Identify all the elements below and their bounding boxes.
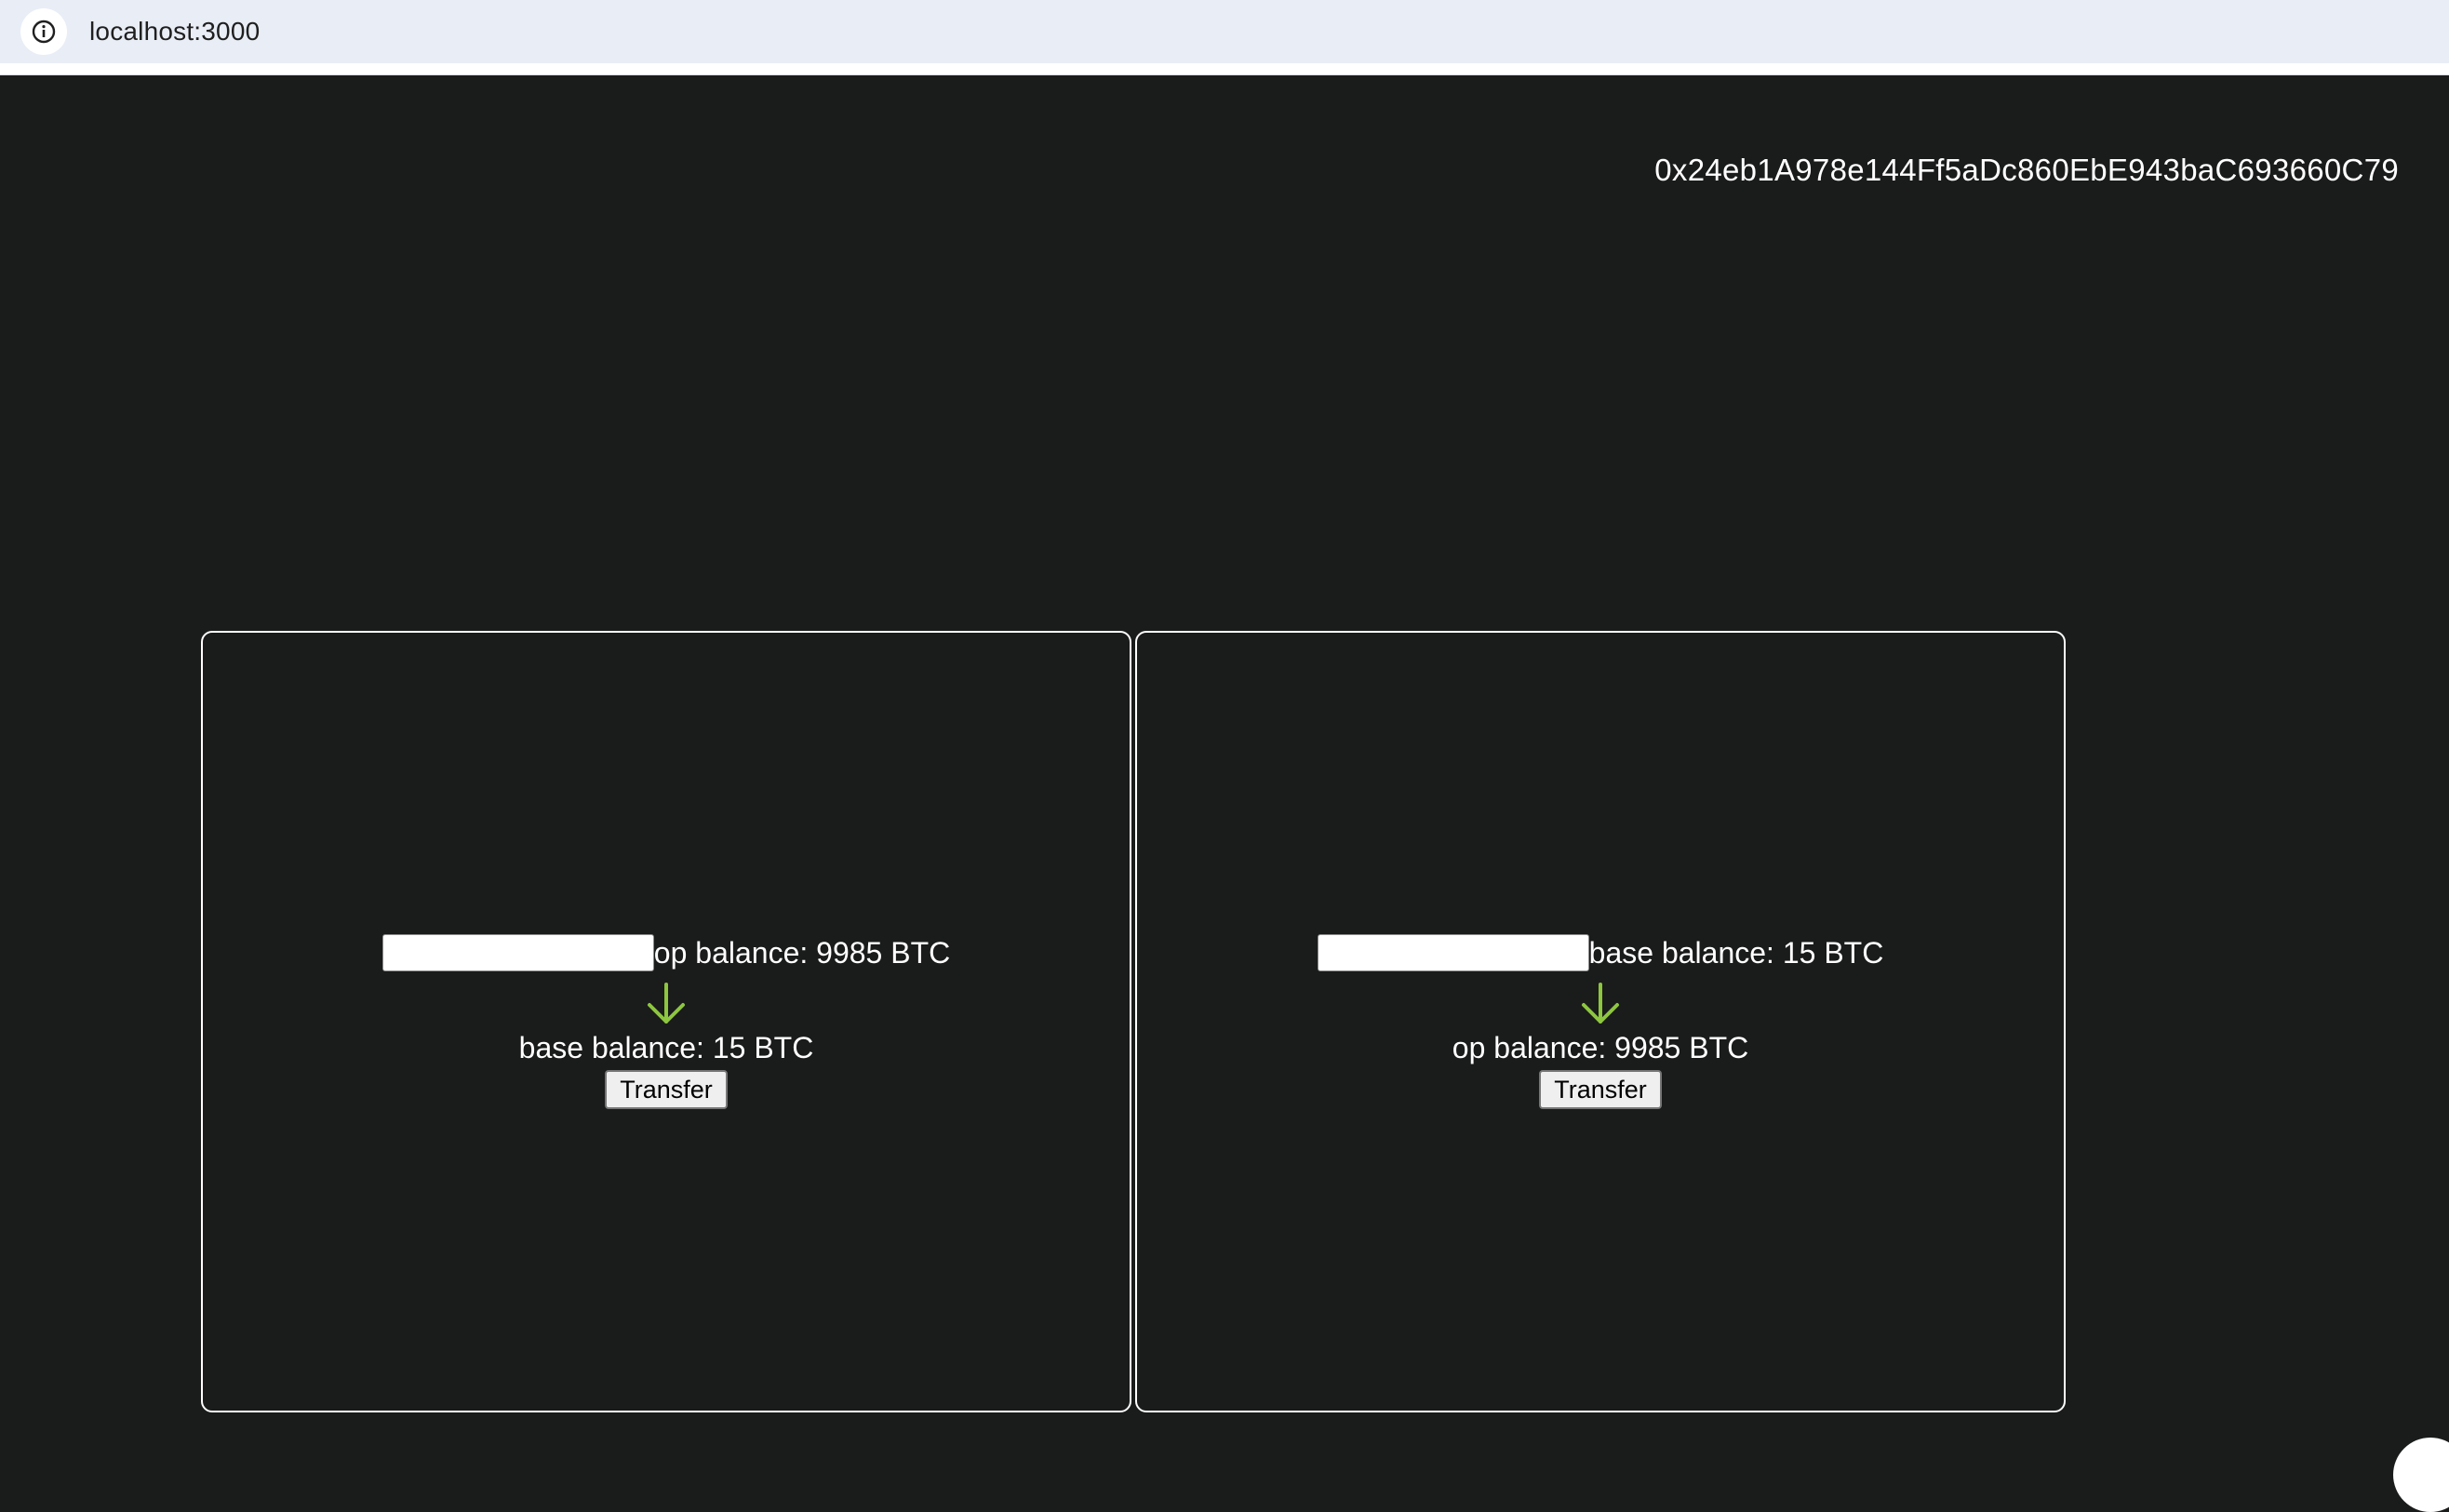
arrow-down-icon	[648, 983, 685, 1024]
url-field[interactable]: localhost:3000	[0, 0, 2449, 63]
info-icon	[32, 20, 56, 44]
transfer-button[interactable]: Transfer	[605, 1070, 728, 1109]
bridge-panel-base-to-op: base balance: 15 BTC op balance: 9985 BT…	[1135, 631, 2066, 1412]
source-balance: base balance: 15 BTC	[1588, 936, 1884, 970]
source-row: base balance: 15 BTC	[1317, 932, 1884, 973]
browser-address-bar: localhost:3000	[0, 0, 2449, 75]
wallet-address: 0x24eb1A978e144Ff5aDc860EbE943baC693660C…	[1654, 153, 2399, 187]
site-info-button[interactable]	[20, 8, 67, 55]
bridge-form: op balance: 9985 BTC base balance: 15 BT…	[203, 932, 1130, 1109]
source-row: op balance: 9985 BTC	[381, 932, 951, 973]
transfer-button[interactable]: Transfer	[1539, 1070, 1662, 1109]
destination-balance: base balance: 15 BTC	[518, 1031, 814, 1064]
amount-input[interactable]	[1317, 934, 1589, 971]
destination-balance: op balance: 9985 BTC	[1452, 1031, 1749, 1064]
url-text: localhost:3000	[89, 17, 261, 46]
bridge-form: base balance: 15 BTC op balance: 9985 BT…	[1137, 932, 2064, 1109]
amount-input[interactable]	[381, 934, 654, 971]
bridge-panel-op-to-base: op balance: 9985 BTC base balance: 15 BT…	[201, 631, 1131, 1412]
arrow-down-icon	[1582, 983, 1619, 1024]
source-balance: op balance: 9985 BTC	[653, 936, 951, 970]
app-page: 0x24eb1A978e144Ff5aDc860EbE943baC693660C…	[0, 75, 2449, 1452]
